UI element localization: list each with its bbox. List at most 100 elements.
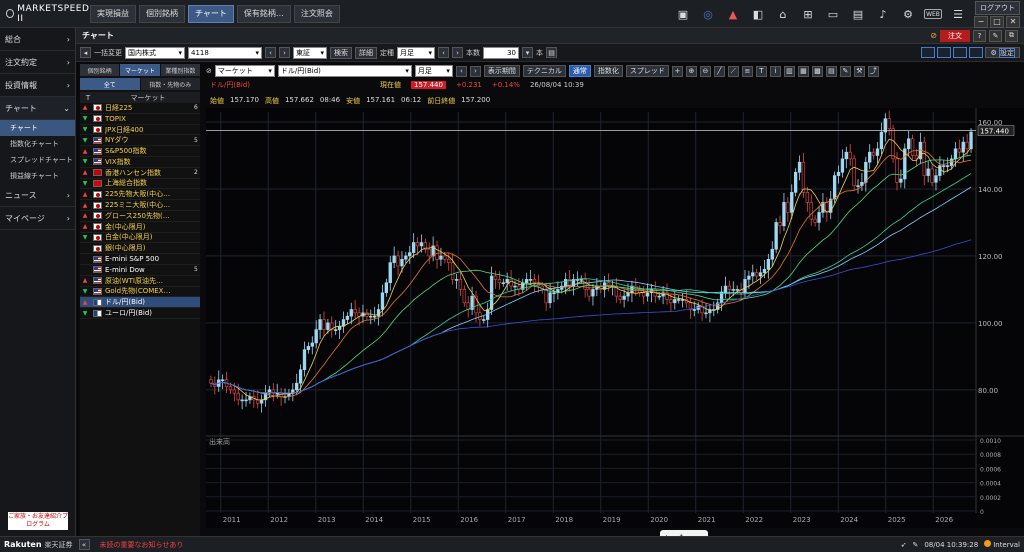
layout-horizontal-icon[interactable] <box>953 47 968 58</box>
layout-grid-icon[interactable] <box>969 47 984 58</box>
promo-banner[interactable]: ご家族・お友達紹介プログラム <box>8 512 68 530</box>
count-input[interactable]: 30 <box>483 46 519 59</box>
market-row[interactable]: ▼ 上海総合指数 <box>80 179 200 190</box>
stepper-icon[interactable]: ▾ <box>522 47 533 58</box>
zoom-in-icon[interactable]: ⊕ <box>685 65 697 77</box>
link-icon[interactable]: ⊘ <box>930 31 937 40</box>
nav-sub-pl-chart[interactable]: 損益線チャート <box>0 168 75 184</box>
popout-icon[interactable]: ⧉ <box>1005 29 1018 42</box>
save-icon[interactable]: ▤ <box>546 47 557 58</box>
export-icon[interactable]: ⤴ <box>867 65 879 77</box>
market-row[interactable]: ▼ Gold先物(COMEX… <box>80 287 200 298</box>
market-row[interactable]: ▼ NYダウ 5 <box>80 135 200 147</box>
nav-item-overview[interactable]: 総合 › <box>0 28 75 51</box>
next-icon[interactable]: › <box>279 47 290 58</box>
market-type-select[interactable]: マーケット ▾ <box>214 65 275 77</box>
exchange-select[interactable]: 東証 ▾ <box>293 46 327 59</box>
market-row[interactable]: ▼ JPX日経400 <box>80 125 200 136</box>
next-icon[interactable]: › <box>469 65 481 77</box>
spread-button[interactable]: スプレッド <box>625 65 669 77</box>
price-chart[interactable]: 2011 2012 2013 2014 2015 2016 2017 2018 2019 2020… <box>206 108 1024 528</box>
nav-item-orders[interactable]: 注文約定 › <box>0 51 75 74</box>
wrench-icon[interactable]: ⚒ <box>853 65 865 77</box>
tab-individual-stock[interactable]: 個別銘柄 <box>139 4 185 23</box>
market-row[interactable]: ▲ S&P500指数 <box>80 146 200 157</box>
table-icon[interactable]: ▤ <box>825 65 837 77</box>
money-icon[interactable]: ▭ <box>824 6 842 22</box>
link-icon[interactable]: ⊘ <box>206 67 212 75</box>
market-row[interactable]: ▲ ドル/円(Bid) <box>80 297 200 309</box>
text-icon[interactable]: T <box>755 65 767 77</box>
nav-item-investment-info[interactable]: 投資情報 › <box>0 74 75 97</box>
draw-line-icon[interactable]: ╱ <box>713 65 725 77</box>
tab-individual[interactable]: 個別銘柄 <box>80 64 120 76</box>
nav-item-mypage[interactable]: マイページ › <box>0 207 75 230</box>
technical-button[interactable]: テクニカル <box>522 65 566 77</box>
market-row[interactable]: ▲ 日経225 6 <box>80 103 200 114</box>
settings-button[interactable]: ⚙ 設定 <box>985 47 1020 58</box>
market-row[interactable]: E-mini S&P 500 <box>80 254 200 265</box>
zoom-out-icon[interactable]: ⊖ <box>699 65 711 77</box>
nav-sub-chart[interactable]: チャート <box>0 120 75 136</box>
wave-icon[interactable]: ◎ <box>699 6 717 22</box>
menu-icon[interactable]: ☰ <box>949 6 967 22</box>
close-icon[interactable]: ✕ <box>1006 15 1020 28</box>
prev-period-icon[interactable]: ‹ <box>438 47 449 58</box>
market-row[interactable]: ▼ 白金(中心限月) <box>80 233 200 244</box>
layout-vertical-icon[interactable] <box>937 47 952 58</box>
notice-icon[interactable]: ◧ <box>749 6 767 22</box>
arrow-left-icon[interactable]: ◂ <box>80 47 91 58</box>
symbol-select[interactable]: ドル/円(Bid) ▾ <box>277 65 412 77</box>
market-row[interactable]: ▲ 香港ハンセン指数 2 <box>80 168 200 179</box>
edit-icon[interactable]: ✎ <box>912 541 918 549</box>
logout-button[interactable]: ログアウト <box>975 0 1020 15</box>
indexed-button[interactable]: 指数化 <box>593 65 623 77</box>
market-row[interactable]: ▲ 金(中心限月) <box>80 222 200 233</box>
crosshair-icon[interactable]: + <box>671 65 683 77</box>
market-row[interactable]: ▼ VIX指数 <box>80 157 200 168</box>
tab-realized-pl[interactable]: 実現損益 <box>90 4 136 23</box>
nav-item-chart[interactable]: チャート ⌄ <box>0 97 75 120</box>
web-button[interactable]: WEB <box>924 9 942 19</box>
add-window-icon[interactable]: ⊞ <box>799 6 817 22</box>
pin-icon[interactable]: ✎ <box>989 29 1002 42</box>
detail-button[interactable]: 詳細 <box>355 46 377 59</box>
interval-indicator[interactable]: Interval <box>984 540 1020 549</box>
tab-holdings[interactable]: 保有銘柄… <box>236 4 291 23</box>
gear-icon[interactable]: ⚙ <box>899 6 917 22</box>
tab-order-inquiry[interactable]: 注文照会 <box>293 4 340 23</box>
presenter-icon[interactable]: ▣ <box>674 6 692 22</box>
market-row[interactable]: ▼ ユーロ/円(Bid) <box>80 308 200 319</box>
search-button[interactable]: 検索 <box>330 46 352 59</box>
bar-icon[interactable]: ▥ <box>783 65 795 77</box>
fib-icon[interactable]: ≡ <box>741 65 753 77</box>
help-icon[interactable]: ? <box>973 29 986 42</box>
period-select[interactable]: 月足 ▾ <box>397 46 435 59</box>
rocket-icon[interactable]: ➶ <box>901 541 907 549</box>
minimize-icon[interactable]: − <box>974 15 988 28</box>
nav-item-news[interactable]: ニュース › <box>0 184 75 207</box>
tab-market[interactable]: マーケット <box>120 64 160 76</box>
info-icon[interactable]: ⅰ <box>769 65 781 77</box>
nav-sub-spread-chart[interactable]: スプレッドチャート <box>0 152 75 168</box>
document-icon[interactable]: ▤ <box>849 6 867 22</box>
eraser-icon[interactable]: ✎ <box>839 65 851 77</box>
prev-icon[interactable]: ‹ <box>455 65 467 77</box>
bell-icon[interactable]: ♪ <box>874 6 892 22</box>
grid-icon[interactable]: ▩ <box>811 65 823 77</box>
display-period-button[interactable]: 表示期間 <box>483 65 520 77</box>
collapse-icon[interactable]: « <box>78 539 90 550</box>
home-icon[interactable]: ⌂ <box>774 6 792 22</box>
market-row[interactable]: 銀(中心限月) <box>80 243 200 255</box>
market-row[interactable]: ▲ 225ミニ大阪(中心… <box>80 200 200 211</box>
tab-chart[interactable]: チャート <box>188 4 234 23</box>
order-button[interactable]: 注文 <box>940 29 970 42</box>
trend-icon[interactable]: ⟋ <box>727 65 739 77</box>
layout-single-icon[interactable] <box>921 47 936 58</box>
compare-icon[interactable]: ▦ <box>797 65 809 77</box>
market-select[interactable]: 国内株式 ▾ <box>125 46 185 59</box>
filter-all[interactable]: 全て <box>80 78 140 90</box>
market-row[interactable]: ▲ 225先物大阪(中心… <box>80 189 200 201</box>
code-input[interactable]: 4118 ▾ <box>188 46 262 59</box>
prev-icon[interactable]: ‹ <box>265 47 276 58</box>
